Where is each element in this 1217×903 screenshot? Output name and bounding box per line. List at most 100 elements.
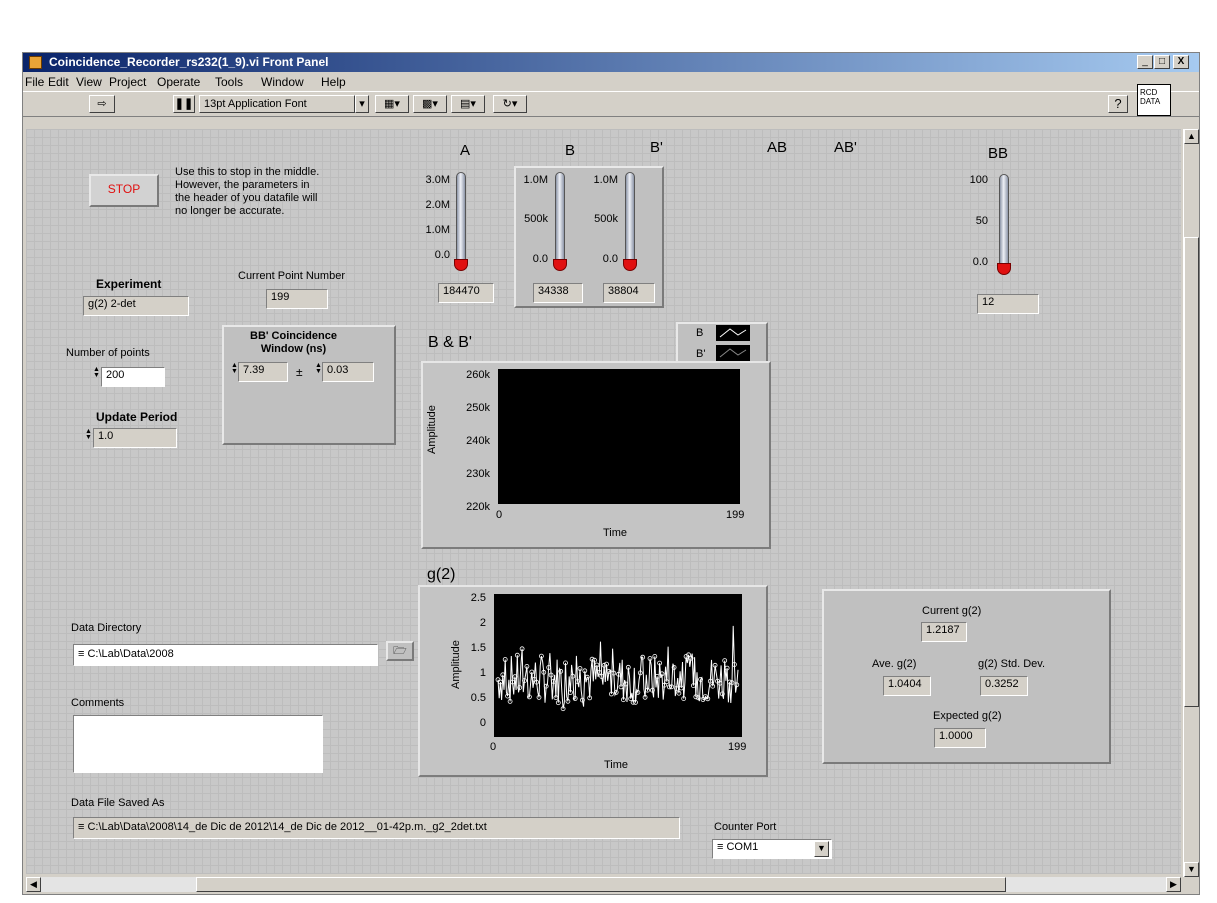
- window-spinner[interactable]: ▲ ▼: [231, 362, 238, 375]
- font-selector[interactable]: 13pt Application Font: [199, 95, 355, 113]
- update-period-spinner[interactable]: ▲ ▼: [85, 428, 92, 441]
- plus-minus-sign: ±: [296, 365, 303, 379]
- vertical-scrollbar[interactable]: ▲ ▼: [1183, 129, 1199, 877]
- menu-bar: File Edit View Project Operate Tools Win…: [23, 73, 1199, 91]
- menu-file[interactable]: File: [25, 75, 44, 89]
- stop-note-line: However, the parameters in: [175, 179, 310, 191]
- legend-b-label: B: [696, 327, 704, 339]
- bb-chart-plot-area[interactable]: [498, 369, 740, 504]
- meter-a-thermometer: [456, 172, 466, 262]
- g2-y-tick: 0.5: [470, 692, 486, 704]
- align-objects-button[interactable]: ▦▾: [375, 95, 409, 113]
- menu-project[interactable]: Project: [109, 75, 146, 89]
- num-points-spinner[interactable]: ▲ ▼: [93, 366, 100, 379]
- meter-ab-label: AB: [767, 139, 788, 156]
- meter-bb-indicator: 12: [977, 294, 1039, 314]
- vi-icon-line1: RCD: [1140, 88, 1158, 97]
- resize-objects-button[interactable]: ▤▾: [451, 95, 485, 113]
- window-title: Coincidence_Recorder_rs232(1_9).vi Front…: [49, 55, 329, 69]
- menu-edit[interactable]: Edit: [48, 75, 69, 89]
- bb-x-label: Time: [603, 527, 628, 539]
- tolerance-spinner[interactable]: ▲ ▼: [315, 362, 322, 375]
- font-dropdown-arrow[interactable]: ▾: [355, 95, 369, 113]
- update-period-input[interactable]: 1.0: [93, 428, 177, 448]
- g2-y-tick: 2.5: [470, 592, 486, 604]
- update-period-label: Update Period: [96, 410, 178, 424]
- g2-chart-title: g(2): [427, 566, 456, 583]
- coincidence-window-label: BB' Coincidence Window (ns): [250, 330, 337, 356]
- title-bar[interactable]: Coincidence_Recorder_rs232(1_9).vi Front…: [23, 53, 1199, 72]
- menu-view[interactable]: View: [76, 75, 102, 89]
- vi-icon-line2: DATA: [1140, 97, 1161, 106]
- data-directory-label: Data Directory: [71, 622, 142, 634]
- g2-y-label: Amplitude: [450, 640, 462, 689]
- meter-b-tick: 0.0: [532, 253, 548, 265]
- stop-note: Use this to stop in the middle. However,…: [175, 166, 319, 218]
- stop-button[interactable]: STOP: [89, 174, 159, 207]
- num-points-input[interactable]: 200: [101, 367, 165, 387]
- bb-y-tick: 220k: [466, 501, 490, 513]
- meter-bb-thermometer: [999, 174, 1009, 266]
- run-arrow-button[interactable]: ⇨: [89, 95, 115, 113]
- coincidence-window-label-line2: Window (ns): [260, 343, 327, 355]
- minimize-button[interactable]: _: [1137, 55, 1153, 69]
- saved-as-label: Data File Saved As: [71, 797, 165, 809]
- g2-chart-plot-area[interactable]: [494, 594, 742, 737]
- distribute-objects-button[interactable]: ▩▾: [413, 95, 447, 113]
- front-panel: STOP Use this to stop in the middle. How…: [26, 129, 1181, 874]
- data-directory-value: C:\Lab\Data\2008: [87, 648, 174, 660]
- maximize-button[interactable]: □: [1154, 55, 1170, 69]
- g2-y-tick: 2: [479, 617, 486, 629]
- pause-button[interactable]: ❚❚: [173, 95, 195, 113]
- meter-a-tick: 0.0: [434, 249, 450, 261]
- menu-window[interactable]: Window: [261, 75, 304, 89]
- counter-port-label: Counter Port: [714, 821, 777, 833]
- vertical-scroll-thumb[interactable]: [1184, 237, 1199, 707]
- stop-note-line: the header of you datafile will: [175, 192, 318, 204]
- meter-b-tick: 1.0M: [523, 174, 548, 186]
- current-g2-label: Current g(2): [922, 605, 982, 617]
- bb-x-tick: 199: [726, 509, 745, 521]
- counter-port-value: COM1: [726, 841, 759, 853]
- meter-bprime-tick: 500k: [594, 213, 618, 225]
- num-points-label: Number of points: [66, 347, 150, 359]
- tolerance-input[interactable]: 0.03: [322, 362, 374, 382]
- data-directory-input[interactable]: ≡ C:\Lab\Data\2008: [73, 644, 378, 666]
- ave-g2-label: Ave. g(2): [872, 658, 917, 670]
- menu-help[interactable]: Help: [321, 75, 346, 89]
- window-value-input[interactable]: 7.39: [238, 362, 288, 382]
- meter-bb-tick: 0.0: [972, 256, 988, 268]
- meter-bb-label: BB: [988, 145, 1009, 162]
- comments-input[interactable]: [73, 715, 323, 773]
- meter-b-indicator: 34338: [533, 283, 583, 303]
- help-button[interactable]: ?: [1108, 95, 1128, 113]
- coincidence-window-label-line1: BB' Coincidence: [250, 330, 337, 342]
- browse-folder-button[interactable]: 🗁: [386, 641, 414, 661]
- scroll-right-button[interactable]: ▶: [1166, 877, 1181, 892]
- meter-a-tick: 3.0M: [425, 174, 450, 186]
- bb-chart-title: B & B': [428, 334, 472, 351]
- menu-tools[interactable]: Tools: [215, 75, 243, 89]
- meter-a-label: A: [460, 142, 471, 159]
- bb-y-tick: 240k: [466, 435, 490, 447]
- scroll-left-button[interactable]: ◀: [26, 877, 41, 892]
- reorder-button[interactable]: ↻▾: [493, 95, 527, 113]
- scroll-down-button[interactable]: ▼: [1184, 862, 1199, 877]
- menu-operate[interactable]: Operate: [157, 75, 200, 89]
- counter-port-dropdown-arrow[interactable]: ▼: [814, 841, 829, 857]
- bb-y-tick: 230k: [466, 468, 490, 480]
- g2-series-line: [497, 625, 739, 709]
- scroll-up-button[interactable]: ▲: [1184, 129, 1199, 144]
- g2-x-tick: 199: [728, 741, 747, 753]
- horizontal-scrollbar[interactable]: ◀ ▶: [26, 877, 1181, 892]
- experiment-indicator: g(2) 2-det: [83, 296, 189, 316]
- meter-a-indicator: 184470: [438, 283, 494, 303]
- saved-as-value: C:\Lab\Data\2008\14_de Dic de 2012\14_de…: [87, 821, 487, 833]
- std-g2-label: g(2) Std. Dev.: [978, 658, 1046, 670]
- expected-g2-label: Expected g(2): [933, 710, 1002, 722]
- g2-y-tick: 0: [479, 717, 486, 729]
- font-selector-label: 13pt Application Font: [204, 98, 307, 110]
- current-g2-indicator: 1.2187: [921, 622, 967, 642]
- horizontal-scroll-thumb[interactable]: [196, 877, 1006, 892]
- close-button[interactable]: X: [1173, 55, 1189, 69]
